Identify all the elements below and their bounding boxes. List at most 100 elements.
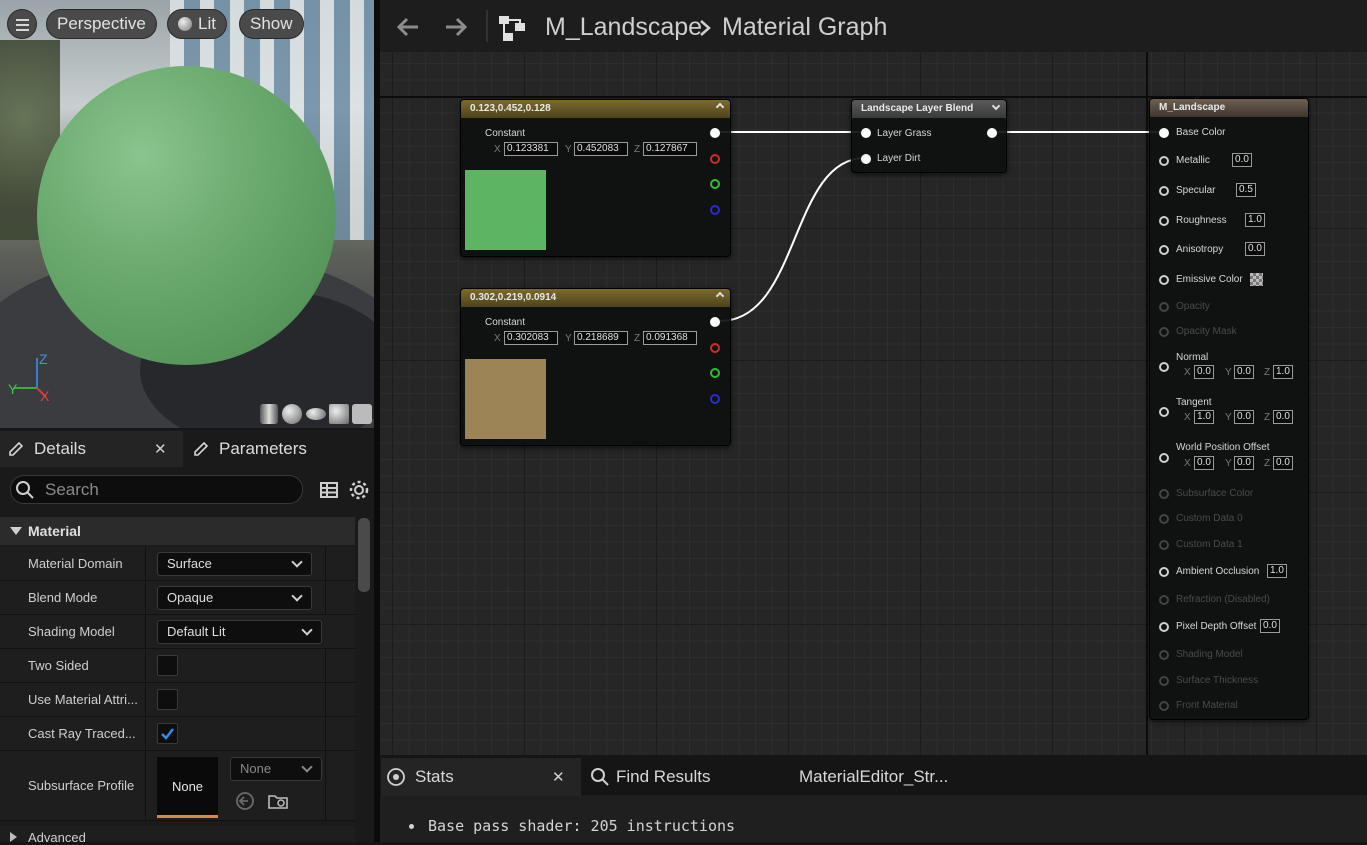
- output-pin-b[interactable]: [710, 394, 720, 404]
- material-section-header[interactable]: Material: [0, 517, 355, 545]
- wpo-y[interactable]: 0.0: [1234, 456, 1254, 470]
- material-preview-viewport[interactable]: Perspective Lit Show Z Y X: [0, 0, 374, 428]
- back-arrow-icon[interactable]: [394, 14, 422, 40]
- output-pin-r[interactable]: [710, 154, 720, 164]
- wpo-x[interactable]: 0.0: [1194, 456, 1214, 470]
- breadcrumb-asset[interactable]: M_Landscape: [545, 13, 702, 42]
- tab-stats[interactable]: Stats: [381, 758, 581, 796]
- pin-custom-data-0: [1159, 514, 1169, 524]
- ambient-occlusion-value[interactable]: 1.0: [1267, 564, 1287, 578]
- constant3vector-node-2[interactable]: 0.302,0.219,0.0914 Constant X 0.302083 Y…: [460, 288, 731, 446]
- output-pin-g[interactable]: [710, 179, 720, 189]
- perspective-button[interactable]: Perspective: [46, 9, 157, 39]
- normal-z[interactable]: 1.0: [1273, 365, 1293, 379]
- y-value-input[interactable]: 0.218689: [574, 331, 628, 345]
- z-value-input[interactable]: 0.091368: [643, 331, 697, 345]
- two-sided-checkbox[interactable]: [157, 655, 178, 676]
- tangent-x[interactable]: 1.0: [1194, 410, 1214, 424]
- tangent-z[interactable]: 0.0: [1273, 410, 1293, 424]
- y-value-input[interactable]: 0.452083: [574, 142, 628, 156]
- specular-value[interactable]: 0.5: [1236, 183, 1256, 197]
- wpo-z[interactable]: 0.0: [1273, 456, 1293, 470]
- material-domain-dropdown[interactable]: Surface: [157, 552, 312, 576]
- chevron-down-icon[interactable]: [991, 101, 1001, 111]
- table-view-icon[interactable]: [319, 480, 339, 500]
- use-selected-asset-icon[interactable]: [235, 791, 255, 811]
- output-pin-g[interactable]: [710, 368, 720, 378]
- input-pin-layer-dirt[interactable]: [861, 154, 871, 164]
- advanced-row[interactable]: Advanced: [0, 826, 355, 845]
- pin-base-color[interactable]: [1159, 128, 1169, 138]
- stats-line: Base pass shader: 205 instructions: [428, 817, 736, 835]
- output-pin-r[interactable]: [710, 343, 720, 353]
- metallic-value[interactable]: 0.0: [1232, 153, 1252, 167]
- input-label: Opacity Mask: [1176, 326, 1237, 337]
- hamburger-icon[interactable]: [7, 9, 37, 39]
- node-header[interactable]: Landscape Layer Blend: [852, 100, 1006, 118]
- tab-find-results[interactable]: Find Results: [585, 758, 785, 796]
- cast-ray-traced-checkbox[interactable]: [157, 723, 178, 744]
- pixel-depth-offset-value[interactable]: 0.0: [1260, 619, 1280, 633]
- landscape-layer-blend-node[interactable]: Landscape Layer Blend Layer Grass Layer …: [851, 99, 1007, 173]
- tangent-y[interactable]: 0.0: [1234, 410, 1254, 424]
- blend-mode-dropdown[interactable]: Opaque: [157, 586, 312, 610]
- details-search-input[interactable]: Search: [10, 475, 303, 504]
- roughness-value[interactable]: 1.0: [1245, 213, 1265, 227]
- pin-emissive-color[interactable]: [1159, 275, 1169, 285]
- input-label: Tangent: [1176, 397, 1212, 408]
- pin-ambient-occlusion[interactable]: [1159, 567, 1169, 577]
- pin-normal[interactable]: [1159, 362, 1169, 372]
- output-pin-b[interactable]: [710, 205, 720, 215]
- dropdown-value: Default Lit: [167, 624, 226, 639]
- collapse-icon[interactable]: [715, 102, 725, 112]
- close-stats-tab[interactable]: ✕: [552, 768, 565, 786]
- section-collapse-icon[interactable]: [10, 527, 22, 535]
- tab-materialeditor-stats[interactable]: MaterialEditor_Str...: [799, 758, 999, 796]
- breadcrumb-graph[interactable]: Material Graph: [722, 13, 887, 42]
- use-material-attributes-checkbox[interactable]: [157, 689, 178, 710]
- node-header[interactable]: 0.123,0.452,0.128: [461, 100, 730, 118]
- x-value-input[interactable]: 0.302083: [504, 331, 558, 345]
- x-value-input[interactable]: 0.123381: [504, 142, 558, 156]
- details-scrollbar[interactable]: [358, 518, 370, 592]
- normal-x[interactable]: 0.0: [1194, 365, 1214, 379]
- normal-y[interactable]: 0.0: [1234, 365, 1254, 379]
- browse-asset-icon[interactable]: [267, 791, 289, 811]
- forward-arrow-icon[interactable]: [442, 14, 470, 40]
- material-result-node[interactable]: M_Landscape Base Color Metallic 0.0 Spec…: [1149, 98, 1309, 720]
- cube-icon[interactable]: [329, 404, 349, 424]
- collapse-icon[interactable]: [715, 291, 725, 301]
- pin-roughness[interactable]: [1159, 216, 1169, 226]
- custom-mesh-icon[interactable]: [352, 404, 372, 424]
- output-pin-rgb[interactable]: [710, 128, 720, 138]
- subsurface-profile-thumbnail[interactable]: None: [157, 757, 218, 818]
- pin-anisotropy[interactable]: [1159, 245, 1169, 255]
- pin-specular[interactable]: [1159, 186, 1169, 196]
- output-pin[interactable]: [987, 128, 997, 138]
- shading-model-dropdown[interactable]: Default Lit: [157, 620, 322, 644]
- gear-icon[interactable]: [348, 479, 370, 501]
- tab-parameters[interactable]: Parameters: [185, 431, 365, 467]
- output-pin-rgb[interactable]: [710, 317, 720, 327]
- close-details-tab[interactable]: ✕: [154, 440, 167, 458]
- cylinder-icon[interactable]: [260, 404, 278, 424]
- show-button[interactable]: Show: [239, 9, 304, 39]
- pin-world-position-offset[interactable]: [1159, 453, 1169, 463]
- anisotropy-value[interactable]: 0.0: [1245, 242, 1265, 256]
- emissive-color-swatch[interactable]: [1250, 273, 1263, 286]
- sphere-icon[interactable]: [282, 404, 302, 424]
- lit-button[interactable]: Lit: [167, 9, 227, 39]
- input-pin-layer-grass[interactable]: [861, 128, 871, 138]
- panel-splitter[interactable]: [374, 0, 380, 842]
- node-header[interactable]: 0.302,0.219,0.0914: [461, 289, 730, 307]
- z-value-input[interactable]: 0.127867: [643, 142, 697, 156]
- subsurface-profile-dropdown[interactable]: None: [230, 757, 322, 781]
- pin-pixel-depth-offset[interactable]: [1159, 622, 1169, 632]
- pin-tangent[interactable]: [1159, 407, 1169, 417]
- x-axis-label: X: [494, 144, 501, 155]
- node-title: 0.123,0.452,0.128: [470, 103, 551, 114]
- plane-icon[interactable]: [306, 408, 326, 420]
- node-header[interactable]: M_Landscape: [1150, 99, 1308, 117]
- constant3vector-node-1[interactable]: 0.123,0.452,0.128 Constant X 0.123381 Y …: [460, 99, 731, 257]
- pin-metallic[interactable]: [1159, 156, 1169, 166]
